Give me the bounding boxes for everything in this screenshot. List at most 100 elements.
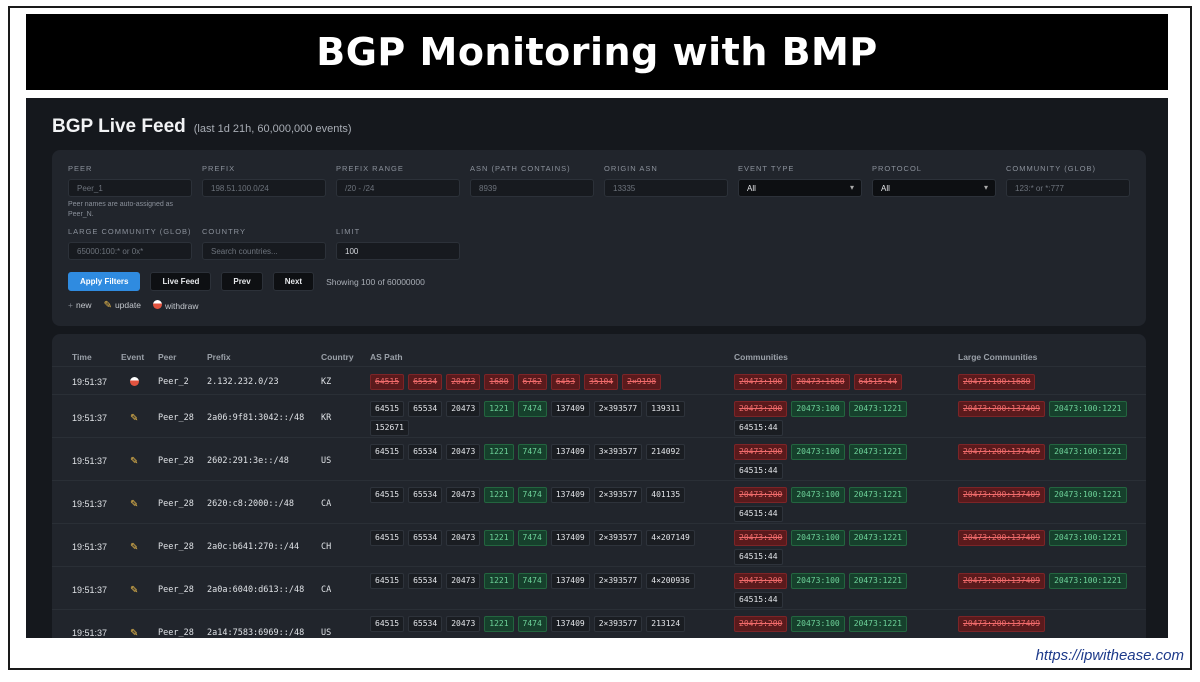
pencil-icon: ✎ [130,499,138,510]
tag: 137409 [550,616,590,632]
tag: 1221 [484,573,514,589]
as-path-tags: 64515 65534 20473 1221 7474 137409 2×393577 4×2… [370,530,720,546]
tag: 20473:1221 [848,530,907,546]
country-filter: COUNTRY Search countries... [202,227,326,260]
tag: 139311 [646,401,686,417]
prefix-range-input[interactable]: /20 - /24 [336,179,460,197]
tag: 65534 [408,374,443,390]
tag: 137409 [550,573,590,589]
table-row[interactable]: 19:51:37 ✎ Peer_28 2a0a:6040:d613::/48 CA 645… [52,566,1146,609]
protocol-label: PROTOCOL [872,164,922,173]
tag: 20473 [446,530,481,546]
table-row[interactable]: 19:51:37 ✎ Peer_28 2620:c8:2000::/48 CA 64515… [52,480,1146,523]
row-peer: Peer_28 [158,499,194,509]
tag: 20473 [446,374,481,390]
filter-actions: Apply Filters Live Feed Prev Next Showin… [68,272,425,291]
row-country: CA [321,499,332,509]
event-type-select[interactable]: All ▾ [738,179,862,197]
large-community-tags: 20473:200:137409 20473:100:1221 [958,487,1138,503]
large-community-input[interactable]: 65000:100:* or 0x* [68,242,192,260]
row-time: 19:51:37 [72,377,108,387]
tag: 20473:200 [734,487,788,503]
community-filter: COMMUNITY (GLOB) 123:* or *:777 [1006,164,1130,197]
tag: 20473:200 [734,530,788,546]
pencil-icon: ✎ [130,413,138,424]
community-tags: 20473:200 20473:100 20473:1221 64515:44 [734,444,944,479]
tag: 64515 [370,616,405,632]
row-time: 19:51:37 [72,585,108,595]
tag: 137409 [550,487,590,503]
watermark-url: https://ipwithease.com [1035,647,1184,664]
row-peer: Peer_28 [158,413,194,423]
row-time: 19:51:37 [72,499,108,509]
tag: 2×9198 [622,374,662,390]
tag: 20473:100:1221 [1049,530,1127,546]
prev-button[interactable]: Prev [221,272,263,291]
next-button[interactable]: Next [272,272,315,291]
community-tags: 20473:200 20473:100 20473:1221 64515:44 [734,401,944,436]
table-row[interactable]: 19:51:37 ✎ Peer_28 2a06:9f81:3042::/48 KR 645… [52,394,1146,437]
tag: 20473:1680 [791,374,850,390]
event-type-label: EVENT TYPE [738,164,795,173]
table-row[interactable]: 19:51:37 Peer_2 2.132.232.0/23 KZ 64515 65534… [52,366,1146,394]
origin-asn-filter: ORIGIN ASN 13335 [604,164,728,197]
tag: 20473:1221 [848,573,907,589]
tag: 7474 [517,616,547,632]
community-tags: 20473:200 20473:100 20473:1221 64515:44 [734,573,944,608]
tag: 65534 [408,444,443,460]
asn-input[interactable]: 8939 [470,179,594,197]
tag: 20473:1221 [848,487,907,503]
tag: 20473 [446,444,481,460]
app-window: BGP Live Feed (last 1d 21h, 60,000,000 e… [26,98,1168,638]
pencil-icon: ✎ [130,456,139,467]
row-prefix: 2602:291:3e::/48 [207,456,289,466]
tag: 4×207149 [646,530,695,546]
row-country: US [321,456,332,466]
col-event: Event [121,352,145,362]
tag: 20473:100 [791,401,845,417]
row-prefix: 2a0c:b641:270::/44 [207,542,300,552]
row-country: CH [321,542,332,552]
prefix-input[interactable]: 198.51.100.0/24 [202,179,326,197]
row-time: 19:51:37 [72,456,108,466]
tag: 401135 [646,487,686,503]
plus-icon: + [68,300,73,310]
table-row[interactable]: 19:51:37 ✎ Peer_28 2a14:7583:6969::/48 US 645… [52,609,1146,638]
tag: 64515 [370,573,405,589]
tag: 20473:200 [734,401,788,417]
tag: 7474 [517,401,547,417]
community-input[interactable]: 123:* or *:777 [1006,179,1130,197]
limit-label: LIMIT [336,227,361,236]
results-table: Time Event Peer Prefix Country AS Path C… [52,334,1146,638]
asn-label: ASN (PATH CONTAINS) [470,164,571,173]
row-country: KR [321,413,332,423]
limit-input[interactable]: 100 [336,242,460,260]
country-input[interactable]: Search countries... [202,242,326,260]
origin-asn-input[interactable]: 13335 [604,179,728,197]
tag: 7474 [517,573,547,589]
table-row[interactable]: 19:51:37 ✎ Peer_28 2a0c:b641:270::/44 CH 6451… [52,523,1146,566]
row-prefix: 2620:c8:2000::/48 [207,499,294,509]
col-as-path: AS Path [370,352,403,362]
tag: 213124 [646,616,686,632]
tag: 7474 [517,530,547,546]
col-peer: Peer [158,352,177,362]
table-row[interactable]: 19:51:37 ✎ Peer_28 2602:291:3e::/48 US 64515 6… [52,437,1146,480]
large-community-tags: 20473:200:137409 20473:100:1221 [958,530,1138,546]
page-header: BGP Live Feed (last 1d 21h, 60,000,000 e… [52,116,352,138]
tag: 6453 [550,374,581,390]
row-country: US [321,628,332,638]
tag: 1680 [484,374,514,390]
tag: 1221 [484,401,514,417]
tag: 20473 [446,487,481,503]
apply-filters-button[interactable]: Apply Filters [68,272,141,291]
row-time: 19:51:37 [72,542,108,552]
row-peer: Peer_2 [158,377,189,387]
peer-input[interactable]: Peer_1 [68,179,192,197]
legend-new: + new [68,300,92,310]
tag: 137409 [550,401,590,417]
large-community-tags: 20473:100:1680 [958,374,1138,390]
tag: 64515 [370,444,405,460]
live-feed-button[interactable]: Live Feed [150,272,212,291]
protocol-select[interactable]: All ▾ [872,179,996,197]
